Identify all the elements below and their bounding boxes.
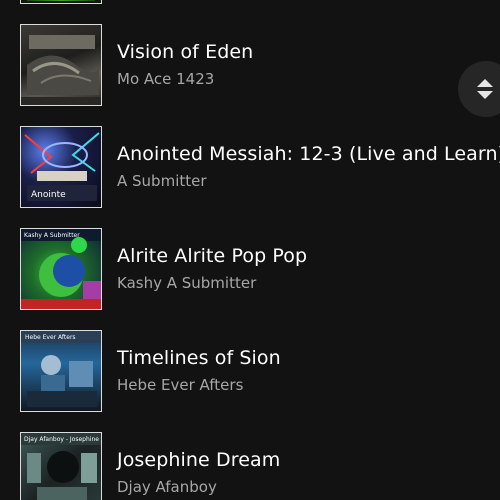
cover-text: Hebe Ever Afters: [25, 334, 76, 341]
track-cover-josephine-dream: Djay Afanboy - Josephine: [20, 432, 102, 500]
track-title: Anointed Messiah: 12-3 (Live and Learn): [117, 143, 500, 165]
cover-text: Kashy A Submitter: [24, 232, 80, 239]
track-title: Alrite Alrite Pop Pop: [117, 245, 308, 267]
track-row-josephine-dream[interactable]: Djay Afanboy - Josephine Josephine Dream…: [0, 432, 500, 500]
track-cover-anointed-messiah: Anointe: [20, 126, 102, 208]
track-artist: Djay Afanboy: [117, 478, 217, 496]
track-title: Josephine Dream: [117, 449, 281, 471]
track-artist: Kashy A Submitter: [117, 274, 257, 292]
track-cover-alrite-alrite-pop-pop: Kashy A Submitter: [20, 228, 102, 310]
previous-track-cover-partial[interactable]: [20, 0, 102, 4]
track-artist: Hebe Ever Afters: [117, 376, 244, 394]
svg-text:Anointe: Anointe: [31, 190, 66, 200]
track-row-anointed-messiah[interactable]: Anointe Anointed Messiah: 12-3 (Live and…: [0, 126, 500, 210]
scroll-handle[interactable]: [458, 61, 500, 117]
track-artist: A Submitter: [117, 172, 207, 190]
track-title: Vision of Eden: [117, 41, 254, 63]
track-row-vision-of-eden[interactable]: Vision of Eden Mo Ace 1423: [0, 24, 500, 108]
track-cover-vision-of-eden: [20, 24, 102, 106]
track-list-screen: Vision of Eden Mo Ace 1423 Anointe Anoin…: [0, 0, 500, 500]
cover-text: Djay Afanboy - Josephine: [24, 436, 99, 443]
track-cover-timelines-of-sion: Hebe Ever Afters: [20, 330, 102, 412]
track-title: Timelines of Sion: [117, 347, 281, 369]
track-artist: Mo Ace 1423: [117, 70, 215, 88]
track-row-timelines-of-sion[interactable]: Hebe Ever Afters Timelines of Sion Hebe …: [0, 330, 500, 414]
track-row-alrite-alrite-pop-pop[interactable]: Kashy A Submitter Alrite Alrite Pop Pop …: [0, 228, 500, 312]
